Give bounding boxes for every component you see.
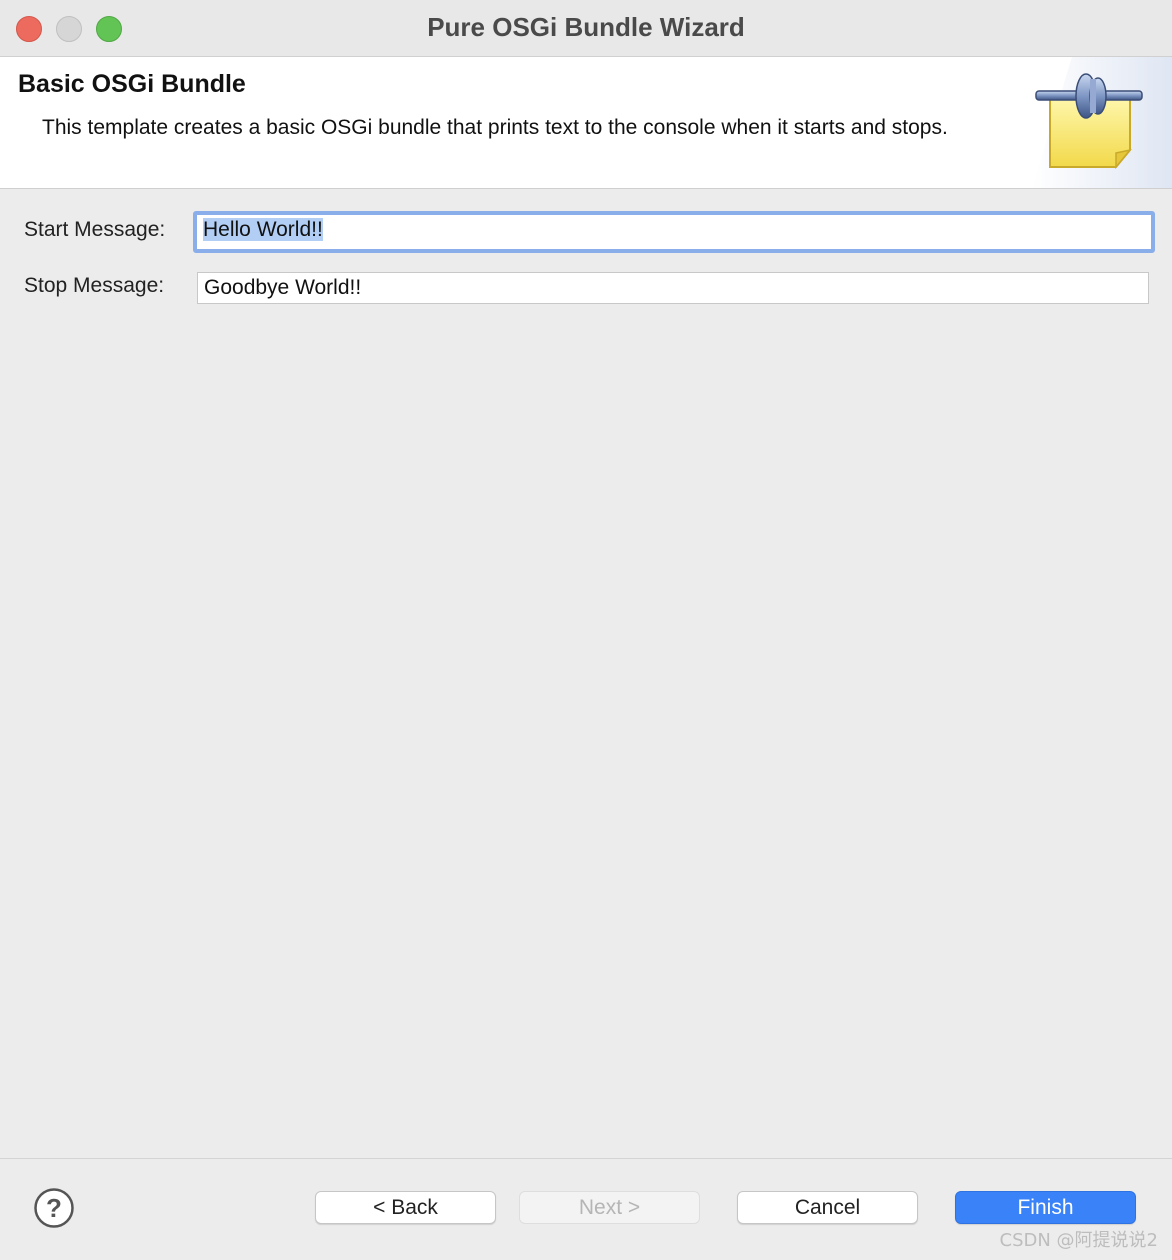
plugin-bundle-icon [1032, 57, 1172, 188]
help-icon[interactable]: ? [33, 1187, 75, 1229]
footer-divider [0, 1158, 1172, 1159]
start-message-row: Start Message: Hello World!! [0, 211, 1172, 253]
start-message-input[interactable]: Hello World!! [193, 211, 1155, 253]
watermark: CSDN @阿提说说2 [999, 1230, 1159, 1251]
start-message-value: Hello World!! [203, 218, 323, 241]
stop-message-label: Stop Message: [24, 274, 165, 297]
cancel-button[interactable]: Cancel [737, 1191, 918, 1224]
wizard-header: Basic OSGi Bundle This template creates … [0, 57, 1172, 189]
title-bar: Pure OSGi Bundle Wizard [0, 0, 1172, 57]
finish-button[interactable]: Finish [955, 1191, 1136, 1224]
stop-message-value: Goodbye World!! [204, 276, 362, 299]
start-message-label: Start Message: [24, 218, 166, 241]
page-title: Basic OSGi Bundle [18, 70, 246, 98]
next-button[interactable]: Next > [519, 1191, 700, 1224]
back-button[interactable]: < Back [315, 1191, 496, 1224]
stop-message-row: Stop Message: Goodbye World!! [0, 272, 1172, 312]
svg-text:?: ? [46, 1193, 62, 1223]
page-description: This template creates a basic OSGi bundl… [42, 116, 948, 139]
stop-message-input[interactable]: Goodbye World!! [197, 272, 1149, 304]
window-title: Pure OSGi Bundle Wizard [427, 12, 745, 42]
